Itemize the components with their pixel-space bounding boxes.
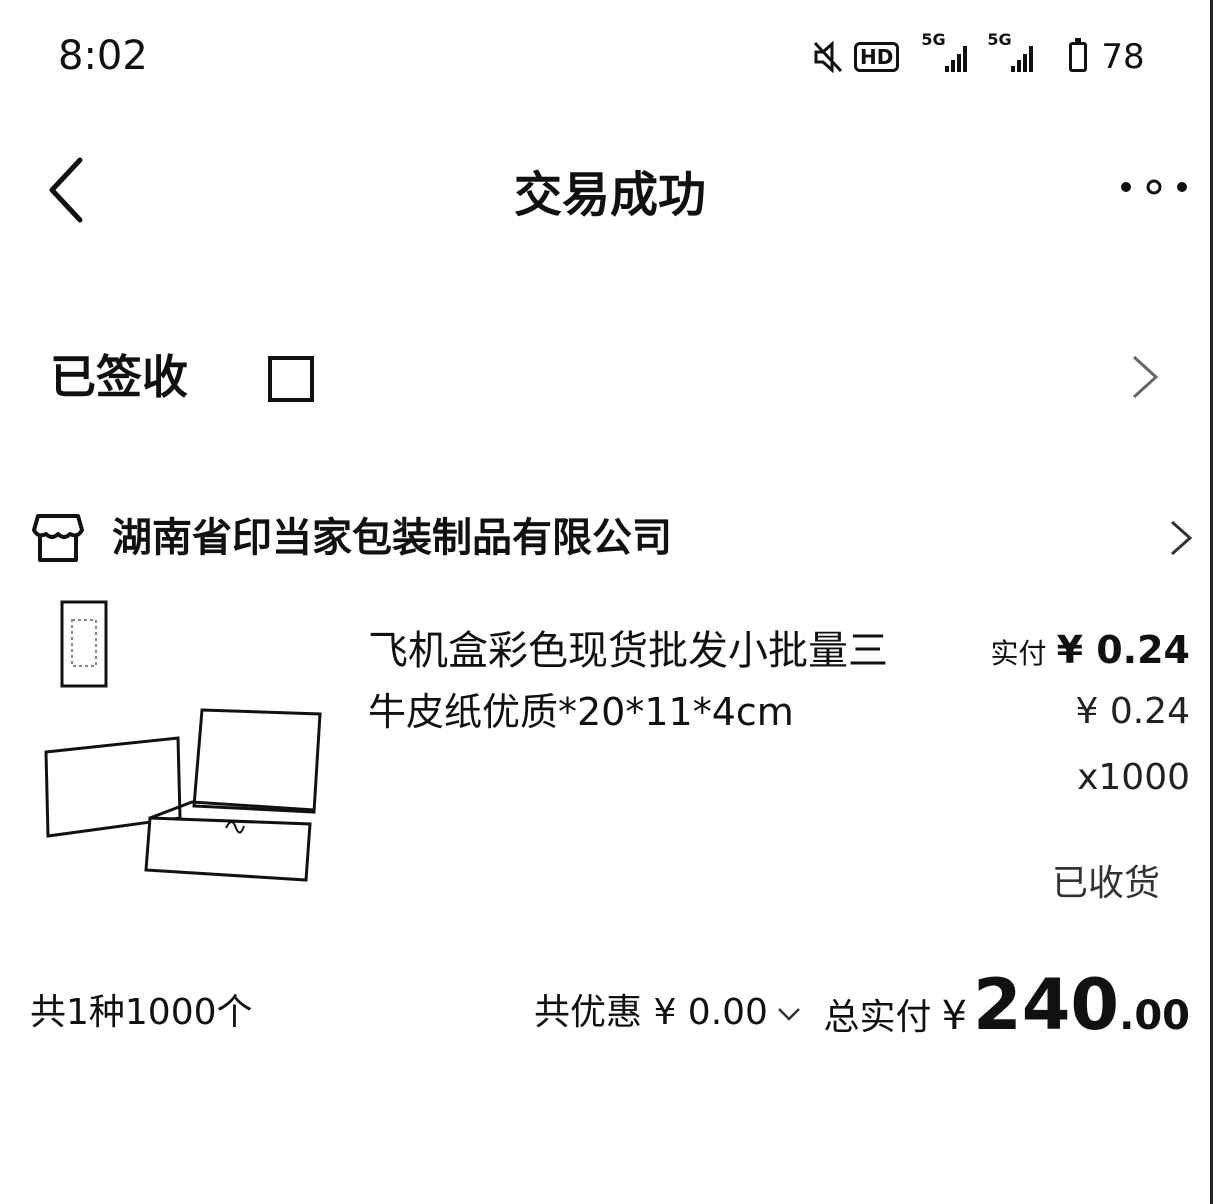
status-checkbox[interactable] — [268, 356, 314, 402]
product-box-image — [44, 600, 322, 882]
item-status: 已收货 — [1051, 863, 1160, 904]
discount-text: 共优惠 ¥ 0.00 — [534, 992, 768, 1033]
total-integer: 240 — [973, 964, 1120, 1046]
item-count: 共1种1000个 — [30, 992, 253, 1033]
more-button[interactable] — [1110, 160, 1200, 220]
paid-price: ¥ 0.24 — [1056, 628, 1190, 672]
signal-icon: 5G — [987, 32, 1045, 72]
store-name: 湖南省印当家包装制品有限公司 — [112, 515, 672, 561]
status-icons: HD 5G 5G 78 — [812, 32, 1145, 82]
battery-level: 78 — [1101, 37, 1145, 77]
battery-icon — [1069, 38, 1088, 72]
paid-price-row: 实付 ¥ 0.24 — [991, 622, 1190, 682]
logistics-detail-button[interactable] — [1120, 345, 1170, 409]
product-image[interactable] — [30, 596, 330, 896]
more-dots-icon — [1121, 179, 1187, 195]
product-spec: 牛皮纸优质*20*11*4cm — [368, 690, 794, 734]
store-icon — [32, 514, 84, 562]
quantity: x1000 — [1077, 757, 1190, 798]
total-label: 总实付 — [823, 997, 932, 1038]
signal-icon: 5G — [921, 32, 971, 72]
status-time: 8:02 — [58, 33, 148, 79]
unit-price: ¥ 0.24 — [1075, 691, 1190, 732]
total-decimal: .00 — [1119, 993, 1190, 1039]
chevron-right-icon — [1171, 520, 1193, 556]
product-title[interactable]: 飞机盒彩色现货批发小批量三 — [368, 620, 968, 682]
screen-edge-divider — [1210, 0, 1213, 1204]
network-type-label: 5G — [921, 30, 946, 49]
chevron-right-icon — [1132, 355, 1159, 399]
total-currency: ¥ — [941, 993, 968, 1039]
total-paid: 总实付 ¥240.00 — [824, 960, 1190, 1069]
store-row[interactable]: 湖南省印当家包装制品有限公司 — [26, 500, 1206, 576]
discount-toggle[interactable]: 共优惠 ¥ 0.00 — [534, 985, 802, 1041]
network-type-label: 5G — [987, 30, 1012, 49]
hd-icon: HD — [854, 42, 900, 72]
chevron-down-icon — [778, 1008, 800, 1021]
page-title: 交易成功 — [513, 167, 706, 223]
paid-label: 实付 — [990, 637, 1047, 670]
order-status-label: 已签收 — [50, 350, 188, 404]
mute-icon — [813, 40, 843, 74]
